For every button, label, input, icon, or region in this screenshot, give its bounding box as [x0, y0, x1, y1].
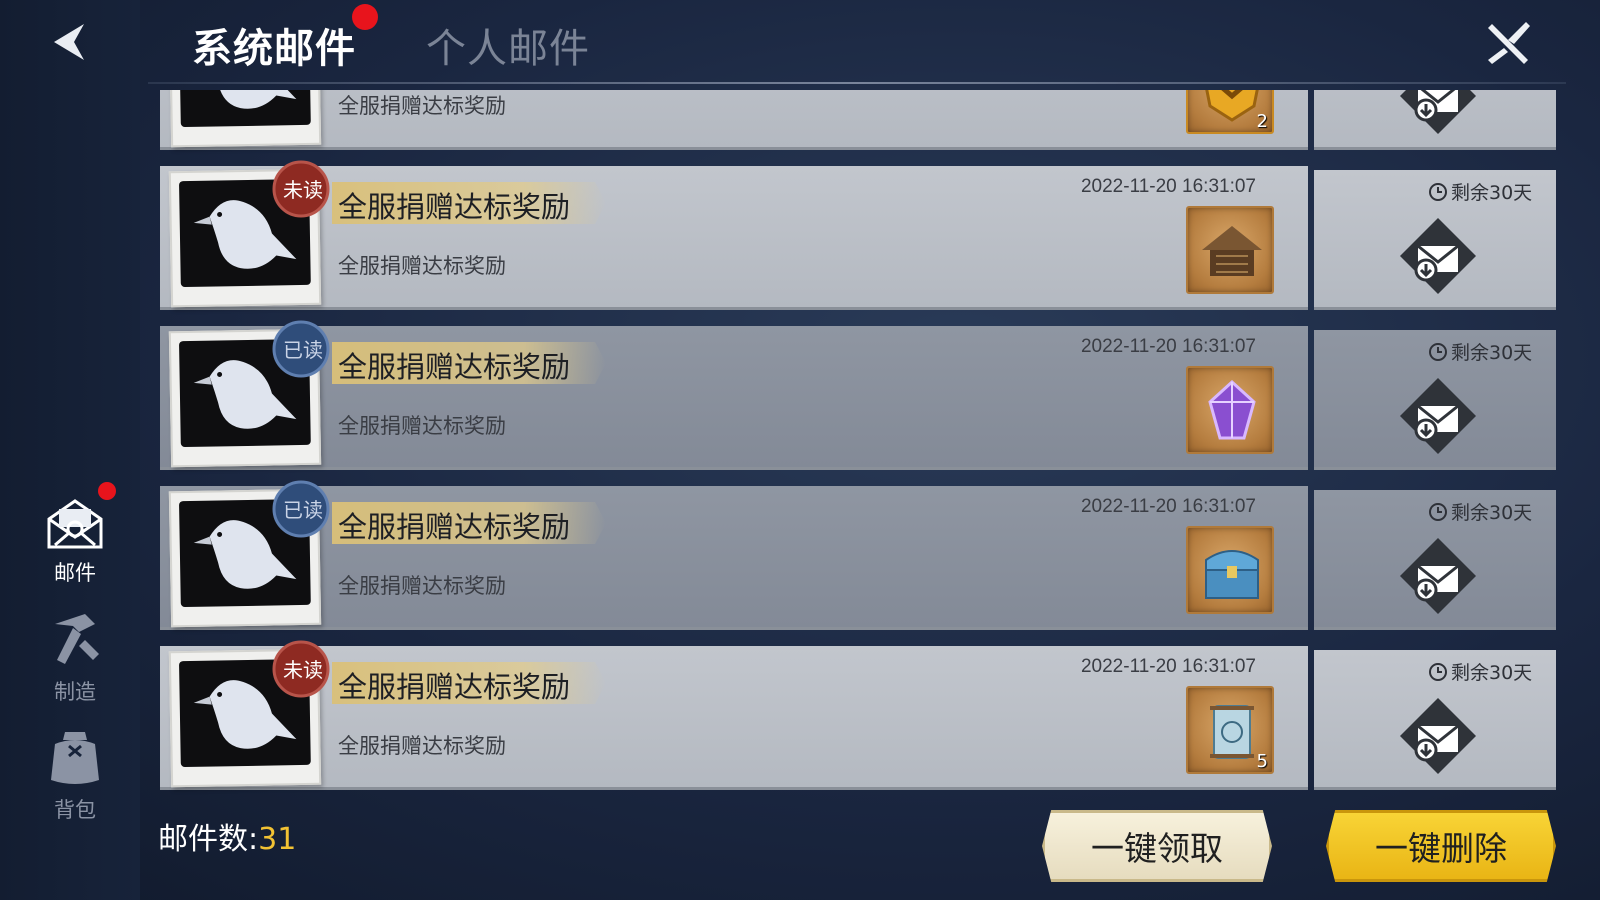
mail-count: 邮件数:31 [158, 814, 296, 858]
mail-title: 全服捐赠达标奖励 [338, 670, 571, 704]
sidebar-item-backpack[interactable]: 背包 [30, 728, 120, 824]
delete-all-button[interactable]: 一键删除 [1326, 810, 1556, 882]
mail-subtitle: 全服捐赠达标奖励 [338, 414, 506, 438]
tab-personal-mail[interactable]: 个人邮件 [426, 16, 590, 74]
mail-date: 2022-11-20 16:31:07 [1080, 496, 1256, 517]
tab-system-mail[interactable]: 系统邮件 [192, 16, 356, 74]
expire-text: 剩余30天 [1451, 182, 1533, 204]
mail-icon [47, 499, 103, 549]
mail-card: 全服捐赠达标奖励 2 [160, 90, 1308, 150]
back-arrow-icon [54, 24, 84, 60]
mail-action-panel: 剩余30天 [1314, 330, 1556, 470]
backpack-icon [51, 732, 99, 784]
reward-item[interactable] [1186, 526, 1274, 614]
sidebar-item-mail[interactable]: 邮件 [30, 497, 120, 587]
claim-envelope-icon [1400, 378, 1476, 454]
mail-title: 全服捐赠达标奖励 [338, 510, 571, 544]
mail-action-panel: 剩余30天 [1314, 650, 1556, 790]
read-status-badge: 已读 [283, 498, 323, 522]
reward-item[interactable]: 5 [1186, 686, 1274, 774]
hammer-icon [55, 614, 99, 664]
clock-icon [1429, 183, 1447, 201]
clock-icon [1429, 503, 1447, 521]
close-button[interactable] [1484, 18, 1534, 68]
close-icon [1488, 22, 1530, 64]
reward-count: 2 [1256, 111, 1268, 132]
tab-notification-dot [352, 4, 378, 30]
reward-item[interactable] [1186, 366, 1274, 454]
mail-count-label: 邮件数: [158, 822, 259, 857]
mail-row[interactable]: 全服捐赠达标奖励 2 [160, 90, 1556, 150]
sidebar-item-label: 制造 [54, 680, 96, 704]
claim-mail-button[interactable] [1396, 694, 1480, 778]
claim-mail-button[interactable] [1396, 374, 1480, 458]
mail-count-value: 31 [258, 822, 297, 857]
mail-date: 2022-11-20 16:31:07 [1080, 656, 1256, 677]
claim-envelope-icon [1400, 698, 1476, 774]
purple-crystal-icon [1208, 379, 1256, 440]
mail-row[interactable]: 已读 全服捐赠达标奖励 全服捐赠达标奖励 2022-11-20 16:31:07… [160, 320, 1556, 470]
expire-label: 剩余30天 [1428, 338, 1532, 365]
mail-action-panel: 剩余30天 [1314, 170, 1556, 310]
read-status-badge: 未读 [283, 178, 323, 202]
sidebar-item-craft[interactable]: 制造 [30, 610, 120, 706]
mail-card: 未读 全服捐赠达标奖励 全服捐赠达标奖励 2022-11-20 16:31:07 [160, 160, 1308, 310]
read-status-badge: 未读 [283, 658, 323, 682]
mail-row[interactable]: 未读 全服捐赠达标奖励 全服捐赠达标奖励 2022-11-20 16:31:07… [160, 160, 1556, 310]
sender-avatar [168, 90, 322, 148]
expire-text: 剩余30天 [1451, 502, 1533, 524]
expire-label: 剩余30天 [1428, 658, 1532, 685]
mail-card: 已读 全服捐赠达标奖励 全服捐赠达标奖励 2022-11-20 16:31:07 [160, 480, 1308, 630]
mail-subtitle: 全服捐赠达标奖励 [338, 734, 506, 758]
hut-icon [1202, 226, 1262, 276]
expire-text: 剩余30天 [1451, 662, 1533, 684]
back-button[interactable] [48, 18, 92, 66]
mail-notification-dot [98, 482, 116, 500]
expire-label: 剩余30天 [1428, 178, 1532, 205]
reward-item[interactable]: 2 [1186, 90, 1274, 134]
mail-action-panel: 剩余30天 [1314, 490, 1556, 630]
sidebar-item-label: 背包 [54, 798, 96, 822]
raven-icon [209, 90, 297, 109]
clock-icon [1429, 663, 1447, 681]
mail-row[interactable]: 未读 全服捐赠达标奖励 全服捐赠达标奖励 2022-11-20 16:31:07… [160, 640, 1556, 790]
mail-card: 未读 全服捐赠达标奖励 全服捐赠达标奖励 2022-11-20 16:31:07… [160, 640, 1308, 790]
mail-action-panel [1314, 90, 1556, 150]
reward-count: 5 [1256, 751, 1268, 772]
mail-date: 2022-11-20 16:31:07 [1080, 336, 1256, 357]
claim-all-button[interactable]: 一键领取 [1042, 810, 1272, 882]
read-status-badge: 已读 [283, 338, 323, 362]
reward-item[interactable] [1186, 206, 1274, 294]
mail-subtitle: 全服捐赠达标奖励 [338, 254, 506, 278]
clock-icon [1429, 343, 1447, 361]
mail-row[interactable]: 已读 全服捐赠达标奖励 全服捐赠达标奖励 2022-11-20 16:31:07… [160, 480, 1556, 630]
mail-title: 全服捐赠达标奖励 [338, 190, 571, 224]
mail-subtitle: 全服捐赠达标奖励 [338, 94, 506, 118]
sidebar-item-label: 邮件 [54, 561, 96, 585]
claim-mail-button[interactable] [1396, 214, 1480, 298]
claim-envelope-icon [1400, 218, 1476, 294]
mail-card: 已读 全服捐赠达标奖励 全服捐赠达标奖励 2022-11-20 16:31:07 [160, 320, 1308, 470]
claim-mail-button[interactable] [1396, 534, 1480, 618]
claim-mail-button[interactable] [1396, 90, 1480, 138]
expire-text: 剩余30天 [1451, 342, 1533, 364]
claim-envelope-icon [1400, 538, 1476, 614]
mail-list[interactable]: 全服捐赠达标奖励 2 未读 全服捐赠达标奖励 全服捐赠达标奖励 2022-11-… [160, 90, 1556, 796]
sidebar: 邮件 制造 背包 [0, 0, 140, 900]
header-divider [148, 82, 1566, 84]
claim-envelope-icon [1400, 90, 1476, 134]
mail-title: 全服捐赠达标奖励 [338, 350, 571, 384]
mail-date: 2022-11-20 16:31:07 [1080, 176, 1256, 197]
expire-label: 剩余30天 [1428, 498, 1532, 525]
mail-subtitle: 全服捐赠达标奖励 [338, 574, 506, 598]
treasure-chest-icon [1205, 550, 1259, 599]
